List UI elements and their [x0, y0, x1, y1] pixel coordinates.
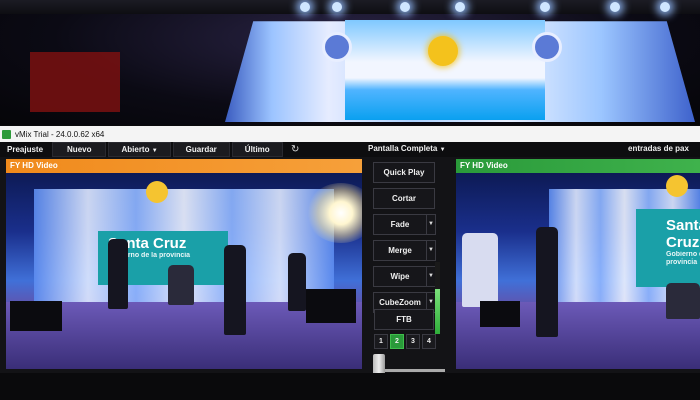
stage-light — [400, 2, 410, 12]
stage-light — [610, 2, 620, 12]
chevron-down-icon: ▼ — [439, 147, 446, 153]
transition-number-row: 1 2 3 4 — [374, 334, 438, 349]
save-button[interactable]: Guardar — [172, 142, 230, 157]
chevron-down-icon[interactable]: ▼ — [426, 214, 436, 235]
preview-pane[interactable]: FY HD Video Santa Cruz Gobierno de la pr… — [6, 159, 362, 369]
sun-emblem — [146, 181, 168, 203]
preview-video[interactable]: Santa Cruz Gobierno de la provincia — [6, 173, 362, 369]
stage-light — [455, 2, 465, 12]
stage-monitor — [10, 301, 62, 331]
drum-kit — [666, 283, 700, 319]
last-button[interactable]: Último — [231, 142, 283, 157]
vmix-window: vMix Trial - 24.0.0.62 x64 Preajuste Nue… — [0, 126, 700, 400]
sun-emblem — [666, 175, 688, 197]
output-label: FY HD Video — [456, 159, 700, 173]
medal-emblem — [532, 32, 562, 62]
transition-panel: Quick Play Cortar Fade ▼ Merge ▼ Wipe ▼ Cub… — [373, 162, 436, 318]
banner-title: Santa Cruz — [666, 217, 700, 251]
stage-light — [300, 2, 310, 12]
guitarist — [108, 239, 128, 309]
cut-button[interactable]: Cortar — [373, 188, 435, 209]
santa-cruz-banner: Santa Cruz Gobierno de la provincia — [636, 209, 700, 287]
sun-emblem — [428, 36, 458, 66]
transition-1-button[interactable]: 1 — [374, 334, 388, 349]
wipe-button[interactable]: Wipe ▼ — [373, 266, 436, 287]
stage-red-panel — [30, 52, 120, 112]
stage-screen — [345, 20, 545, 120]
chevron-down-icon: ▼ — [151, 148, 158, 154]
stage-banner — [462, 233, 498, 307]
chevron-down-icon[interactable]: ▼ — [426, 240, 436, 261]
medal-emblem — [322, 32, 352, 62]
output-pane[interactable]: FY HD Video Santa Cruz Gobierno de la pr… — [456, 159, 700, 369]
audio-meter — [435, 262, 440, 334]
bassist — [288, 253, 306, 311]
monitor-bezel — [0, 373, 700, 400]
fade-button[interactable]: Fade ▼ — [373, 214, 436, 235]
stage-light — [332, 2, 342, 12]
audio-meter-fill — [435, 289, 440, 334]
refresh-icon[interactable]: ↻ — [289, 143, 302, 156]
preview-label: FY HD Video — [6, 159, 362, 173]
stage-monitor — [306, 289, 356, 323]
open-button[interactable]: Abierto ▼ — [108, 142, 171, 157]
transition-4-button[interactable]: 4 — [422, 334, 436, 349]
stage-light — [660, 2, 670, 12]
ftb-button[interactable]: FTB — [374, 309, 434, 330]
stage-monitor — [480, 301, 520, 327]
banner-subtitle: Gobierno de la provincia — [666, 251, 700, 266]
drum-kit — [168, 265, 194, 305]
dancer — [224, 245, 246, 335]
stage-light — [540, 2, 550, 12]
transition-3-button[interactable]: 3 — [406, 334, 420, 349]
inputs-menu[interactable]: entradas de pax — [628, 144, 689, 153]
new-button[interactable]: Nuevo — [52, 142, 107, 157]
preset-button[interactable]: Preajuste — [0, 142, 50, 157]
t-bar-track[interactable] — [375, 369, 445, 372]
dancer — [536, 227, 558, 337]
transition-2-button[interactable]: 2 — [390, 334, 404, 349]
output-video[interactable]: Santa Cruz Gobierno de la provincia — [456, 173, 700, 369]
fullscreen-button[interactable]: Pantalla Completa ▼ — [368, 144, 446, 153]
title-bar: vMix Trial - 24.0.0.62 x64 — [0, 126, 700, 142]
merge-button[interactable]: Merge ▼ — [373, 240, 436, 261]
stage-background — [0, 0, 700, 125]
main-toolbar: Preajuste Nuevo Abierto ▼ Guardar Último… — [0, 142, 700, 157]
lighting-truss — [0, 0, 700, 14]
window-title: vMix Trial - 24.0.0.62 x64 — [15, 129, 105, 139]
vmix-app-icon — [2, 129, 11, 139]
quick-play-button[interactable]: Quick Play — [373, 162, 435, 183]
